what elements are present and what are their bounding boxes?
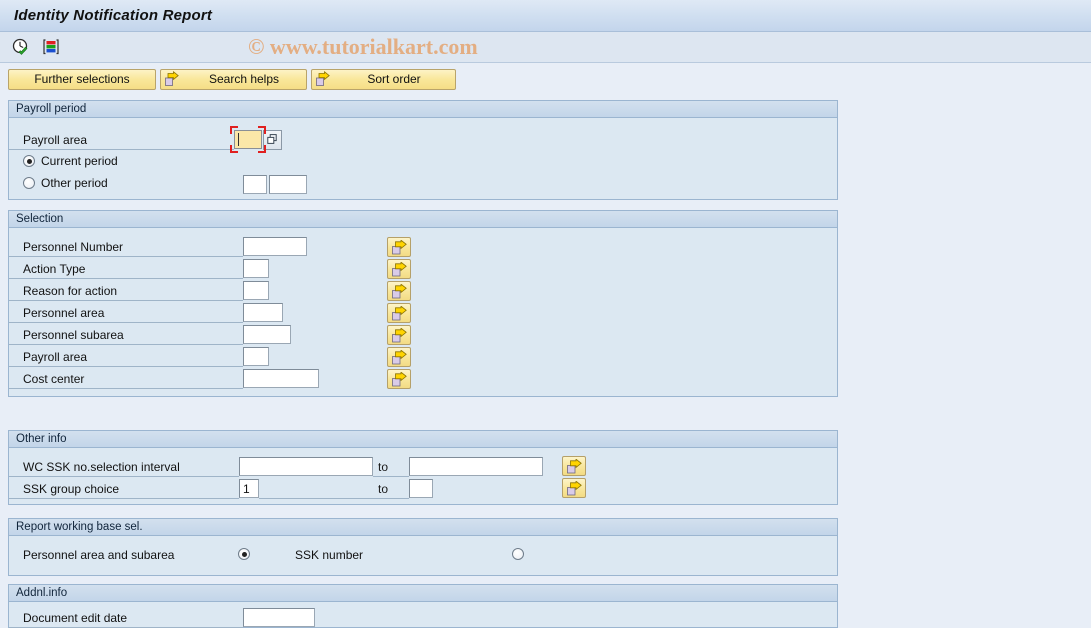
payroll-area-multiple-selection-button[interactable]	[387, 347, 411, 367]
action-type-label: Action Type	[9, 259, 243, 279]
selection-row-personnel-number: Personnel Number	[9, 236, 307, 257]
search-helps-label: Search helps	[208, 72, 280, 86]
ssk-group-to-label: to	[259, 479, 409, 499]
current-period-radio[interactable]	[23, 155, 35, 167]
addnl-info-group: Addnl.info Document edit date	[8, 584, 838, 628]
ssk-group-choice-to-input[interactable]	[409, 479, 433, 498]
payroll-area-row: Payroll area	[9, 126, 282, 153]
action-type-multiple-selection-button[interactable]	[387, 259, 411, 279]
wc-ssk-interval-from-input[interactable]	[239, 457, 373, 476]
personnel-number-label: Personnel Number	[9, 237, 243, 257]
wc-ssk-interval-row: WC SSK no.selection interval to	[9, 456, 543, 477]
reason-for-action-input[interactable]	[243, 281, 269, 300]
selection-toolbar: Further selections Search helps Sort ord…	[8, 67, 1091, 91]
personnel-number-multiple-selection-button[interactable]	[387, 237, 411, 257]
selection-title: Selection	[9, 211, 837, 228]
cost-center-input[interactable]	[243, 369, 319, 388]
reason-for-action-label: Reason for action	[9, 281, 243, 301]
wc-ssk-multiple-selection-button[interactable]	[562, 456, 586, 476]
window-title-bar: Identity Notification Report	[0, 0, 1091, 32]
selection-row-payroll-area: Payroll area	[9, 346, 269, 367]
payroll-area-label: Payroll area	[9, 130, 234, 150]
wc-ssk-interval-label: WC SSK no.selection interval	[9, 457, 239, 477]
watermark-text: © www.tutorialkart.com	[248, 34, 478, 59]
selection-row-action-type: Action Type	[9, 258, 269, 279]
current-period-label: Current period	[41, 154, 118, 168]
addnl-info-title: Addnl.info	[9, 585, 837, 602]
cost-center-label: Cost center	[9, 369, 243, 389]
payroll-area-matchcode-button[interactable]	[263, 129, 282, 150]
action-type-input[interactable]	[243, 259, 269, 278]
payroll-area-input[interactable]	[243, 347, 269, 366]
ssk-number-radio[interactable]	[512, 548, 524, 560]
sort-order-button[interactable]: Sort order	[311, 68, 456, 90]
personnel-area-subarea-radio[interactable]	[238, 548, 250, 560]
selection-row-reason-for-action: Reason for action	[9, 280, 269, 301]
personnel-area-multiple-selection-button[interactable]	[387, 303, 411, 323]
payroll-period-group: Payroll period Payroll area Current peri…	[8, 100, 838, 200]
ssk-group-choice-row: SSK group choice to	[9, 478, 433, 499]
reason-for-action-multiple-selection-button[interactable]	[387, 281, 411, 301]
cost-center-multiple-selection-button[interactable]	[387, 369, 411, 389]
payroll-area-label: Payroll area	[9, 347, 243, 367]
ssk-group-choice-label: SSK group choice	[9, 479, 239, 499]
personnel-subarea-input[interactable]	[243, 325, 291, 344]
report-working-base-group: Report working base sel. Personnel area …	[8, 518, 838, 576]
yellow-arrow-icon	[314, 71, 331, 88]
text-caret	[238, 133, 239, 146]
current-period-radio-row[interactable]: Current period	[23, 154, 118, 168]
further-selections-label: Further selections	[34, 72, 130, 86]
selection-row-cost-center: Cost center	[9, 368, 319, 389]
page-title: Identity Notification Report	[14, 7, 213, 24]
personnel-number-input[interactable]	[243, 237, 307, 256]
selection-group: Selection Personnel Number Action Type Rea…	[8, 210, 838, 397]
search-helps-button[interactable]: Search helps	[160, 68, 307, 90]
sort-order-label: Sort order	[367, 72, 421, 86]
ssk-group-choice-from-input[interactable]	[239, 479, 259, 498]
other-period-radio[interactable]	[23, 177, 35, 189]
execute-clock-icon[interactable]	[10, 36, 32, 58]
color-bars-icon[interactable]	[40, 36, 62, 58]
icon-toolbar: © www.tutorialkart.com	[0, 32, 1091, 63]
document-edit-date-label: Document edit date	[9, 608, 243, 628]
ssk-number-label: SSK number	[295, 548, 364, 562]
report-working-base-title: Report working base sel.	[9, 519, 837, 536]
personnel-subarea-multiple-selection-button[interactable]	[387, 325, 411, 345]
personnel-area-input[interactable]	[243, 303, 283, 322]
selection-row-personnel-subarea: Personnel subarea	[9, 324, 291, 345]
yellow-arrow-icon	[163, 71, 180, 88]
other-period-radio-row[interactable]: Other period	[23, 176, 108, 190]
personnel-area-subarea-label: Personnel area and subarea	[23, 548, 175, 562]
payroll-area-field-wrap	[230, 126, 266, 153]
other-info-group: Other info WC SSK no.selection interval …	[8, 430, 838, 505]
payroll-period-title: Payroll period	[9, 101, 837, 118]
ssk-group-multiple-selection-button[interactable]	[562, 478, 586, 498]
selection-row-personnel-area: Personnel area	[9, 302, 283, 323]
further-selections-button[interactable]: Further selections	[8, 68, 156, 90]
wc-ssk-to-label: to	[373, 457, 409, 477]
other-info-title: Other info	[9, 431, 837, 448]
document-edit-date-input[interactable]	[243, 608, 315, 627]
document-edit-date-row: Document edit date	[9, 607, 315, 628]
other-period-label: Other period	[41, 176, 108, 190]
personnel-subarea-label: Personnel subarea	[9, 325, 243, 345]
other-period-input-1[interactable]	[243, 175, 267, 194]
wc-ssk-interval-to-input[interactable]	[409, 457, 543, 476]
personnel-area-label: Personnel area	[9, 303, 243, 323]
other-period-input-2[interactable]	[269, 175, 307, 194]
